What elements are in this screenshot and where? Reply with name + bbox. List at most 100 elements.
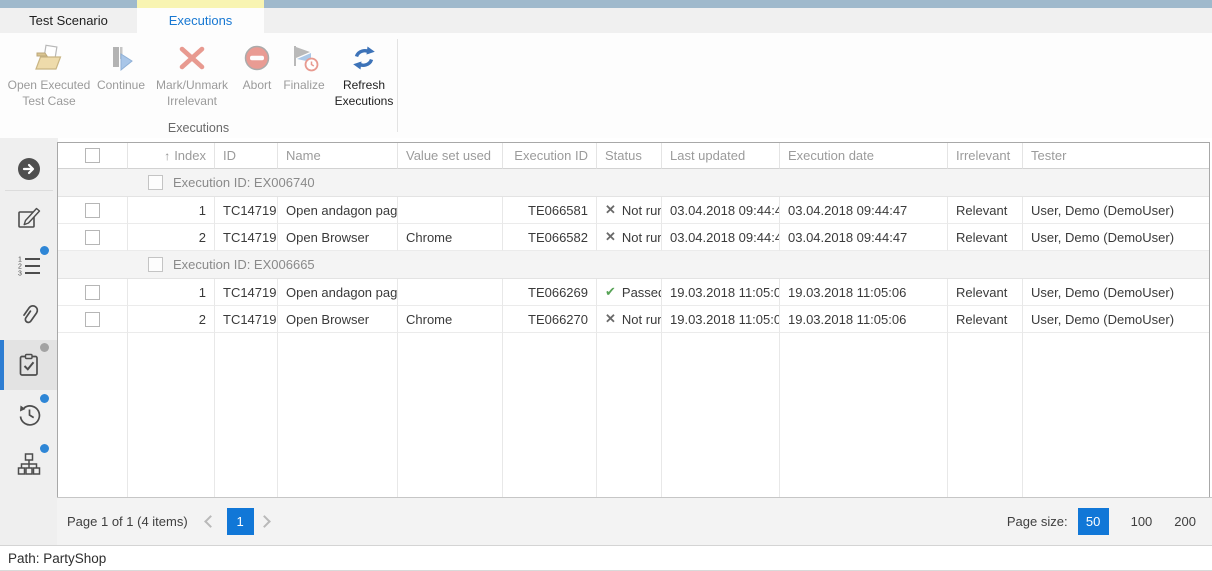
cell-status: ✕Not run [597, 306, 662, 333]
cell-index: 2 [128, 224, 215, 251]
group-header-cell: Execution ID: EX006665 [58, 251, 1209, 279]
finalize-button[interactable]: Finalize [280, 38, 328, 94]
group-label: Execution ID: EX006740 [173, 175, 315, 190]
column-header-execution-date[interactable]: Execution date [780, 143, 948, 169]
grid-filler [662, 333, 780, 497]
cell-id: TC147196 [215, 306, 278, 333]
pager-bar: Page 1 of 1 (4 items) 1 Page size: 50 10… [57, 497, 1212, 545]
row-checkbox[interactable] [85, 230, 100, 245]
grid-filler [278, 333, 398, 497]
column-header-label: Value set used [406, 148, 491, 163]
grid-filler [948, 333, 1023, 497]
cell-value-set [398, 279, 503, 306]
column-header-value-set-used[interactable]: Value set used [398, 143, 503, 169]
column-header-irrelevant[interactable]: Irrelevant [948, 143, 1023, 169]
button-label: Refresh Executions [335, 78, 394, 109]
status-label: Not run [622, 230, 662, 245]
select-all-checkbox[interactable] [85, 148, 100, 163]
refresh-icon [347, 40, 381, 76]
cell-execution-id: TE066270 [503, 306, 597, 333]
cell-last-updated: 19.03.2018 11:05:06 [662, 279, 780, 306]
cell-irrelevant: Relevant [948, 197, 1023, 224]
column-header-label: Index [174, 148, 206, 163]
tab-executions[interactable]: Executions [137, 8, 264, 33]
sidebar-divider [5, 190, 53, 191]
cell-execution-date: 03.04.2018 09:44:47 [780, 197, 948, 224]
continue-button[interactable]: Continue [95, 38, 147, 94]
column-header-tester[interactable]: Tester [1023, 143, 1209, 169]
cell-value-set [398, 197, 503, 224]
page-size-100[interactable]: 100 [1131, 514, 1153, 529]
column-header-label: Execution ID [514, 148, 588, 163]
button-label: Mark/Unmark Irrelevant [156, 78, 228, 109]
previous-page-icon[interactable] [204, 515, 217, 528]
column-header-label: Irrelevant [956, 148, 1010, 163]
cell-id: TC147197 [215, 279, 278, 306]
column-header-label: Execution date [788, 148, 874, 163]
page-size-200[interactable]: 200 [1174, 514, 1196, 529]
cell-index: 1 [128, 279, 215, 306]
column-header-status[interactable]: Status [597, 143, 662, 169]
continue-icon [104, 40, 138, 76]
column-header-name[interactable]: Name [278, 143, 398, 169]
grid-filler [58, 333, 128, 497]
page-size-label: Page size: [1007, 514, 1068, 529]
ribbon: Open Executed Test Case Continue Mark/Un… [0, 33, 1212, 138]
flag-clock-icon [287, 40, 321, 76]
cell-id: TC147196 [215, 224, 278, 251]
mark-unmark-irrelevant-button[interactable]: Mark/Unmark Irrelevant [150, 38, 234, 109]
ribbon-group-separator [397, 39, 398, 132]
cell-name: Open andagon page [278, 197, 398, 224]
tab-test-scenario[interactable]: Test Scenario [0, 8, 137, 33]
svg-text:1: 1 [18, 257, 22, 264]
active-tab-accent [137, 0, 264, 8]
sidebar-item-attachments[interactable] [0, 292, 58, 338]
sidebar-item-collapse[interactable] [0, 146, 58, 192]
paperclip-icon [16, 302, 42, 328]
open-executed-test-case-button[interactable]: Open Executed Test Case [6, 38, 92, 109]
page-number-button[interactable]: 1 [227, 508, 254, 535]
not-run-x-icon: ✕ [605, 311, 616, 327]
cell-value-set: Chrome [398, 306, 503, 333]
row-checkbox[interactable] [85, 312, 100, 327]
column-header-label: Tester [1031, 148, 1066, 163]
row-checkbox[interactable] [85, 285, 100, 300]
cell-name: Open Browser [278, 306, 398, 333]
sidebar-item-executions[interactable] [0, 340, 58, 390]
cell-irrelevant: Relevant [948, 279, 1023, 306]
column-header-execution-id[interactable]: Execution ID [503, 143, 597, 169]
abort-button[interactable]: Abort [237, 38, 277, 94]
status-bar: Path: PartyShop [0, 545, 1212, 571]
grid-filler [398, 333, 503, 497]
column-header-label: Last updated [670, 148, 745, 163]
hierarchy-icon [16, 451, 42, 477]
column-header-id[interactable]: ID [215, 143, 278, 169]
grid-filler [215, 333, 278, 497]
svg-text:2: 2 [18, 264, 22, 271]
cell-index: 2 [128, 306, 215, 333]
next-page-icon[interactable] [258, 515, 271, 528]
not-run-x-icon: ✕ [605, 202, 616, 218]
notification-badge [40, 246, 49, 255]
column-header-index[interactable]: ↑ Index [128, 143, 215, 169]
column-header-last-updated[interactable]: Last updated [662, 143, 780, 169]
header-select-all[interactable] [58, 143, 128, 169]
status-label: Passed [622, 285, 662, 300]
row-checkbox[interactable] [85, 203, 100, 218]
tab-bar: Test Scenario Executions [0, 8, 1212, 33]
row-select-cell [58, 224, 128, 251]
sidebar-item-hierarchy[interactable] [0, 441, 58, 487]
sidebar-item-edit[interactable] [0, 194, 58, 240]
page-size-50[interactable]: 50 [1078, 508, 1109, 535]
cell-execution-id: TE066582 [503, 224, 597, 251]
row-select-cell [58, 197, 128, 224]
group-checkbox[interactable] [148, 257, 163, 272]
sidebar-item-numbered-list[interactable]: 123 [0, 243, 58, 289]
group-checkbox[interactable] [148, 175, 163, 190]
cell-value-set: Chrome [398, 224, 503, 251]
sidebar-item-history[interactable] [0, 391, 58, 437]
button-label: Continue [97, 78, 145, 94]
refresh-executions-button[interactable]: Refresh Executions [331, 38, 397, 109]
grid-filler [780, 333, 948, 497]
column-header-label: Name [286, 148, 321, 163]
